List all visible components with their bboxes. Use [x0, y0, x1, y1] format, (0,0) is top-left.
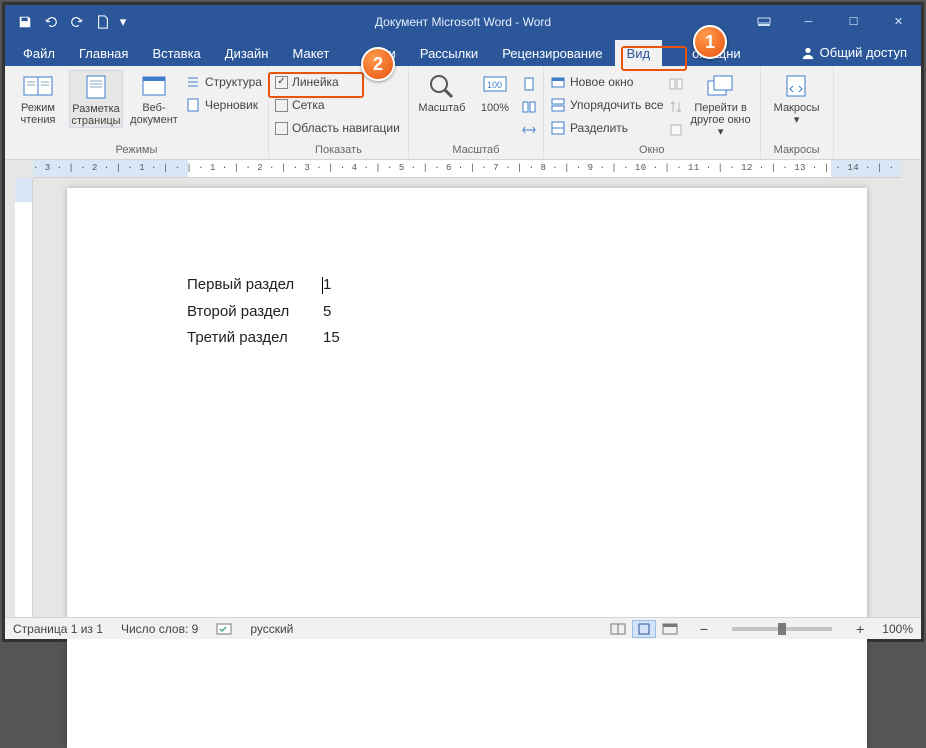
macros-caption: Макросы	[767, 142, 827, 158]
list-item: Третий раздел15	[187, 329, 340, 346]
checkbox-icon	[275, 122, 288, 135]
zoom-100-icon: 100	[479, 72, 511, 100]
side-by-side-icon	[668, 76, 684, 92]
side-by-side-button[interactable]	[668, 74, 684, 94]
draft-icon	[185, 97, 201, 113]
ribbon-tabs: Файл Главная Вставка Дизайн Макет лки Ра…	[5, 38, 921, 66]
web-layout-view-button[interactable]	[658, 620, 682, 638]
share-label: Общий доступ	[820, 45, 907, 60]
horizontal-ruler[interactable]: · 3 · | · 2 · | · 1 · | · | · 1 · | · 2 …	[33, 160, 901, 178]
navpane-checkbox[interactable]: Область навигации	[275, 118, 400, 138]
one-page-button[interactable]	[521, 74, 537, 94]
sync-scroll-icon	[668, 99, 684, 115]
ruler-ticks: · 3 · | · 2 · | · 1 · | · | · 1 · | · 2 …	[33, 163, 901, 173]
page-width-icon	[521, 122, 537, 138]
read-mode-label: Режим чтения	[21, 102, 56, 126]
split-icon	[550, 120, 566, 136]
group-zoom: Масштаб 100 100% Масштаб	[409, 66, 544, 159]
print-layout-label: Разметка страницы	[71, 103, 120, 127]
macros-button[interactable]: Макросы▾	[767, 70, 827, 126]
tab-design[interactable]: Дизайн	[213, 40, 281, 66]
web-layout-button[interactable]: Веб- документ	[127, 70, 181, 126]
multi-page-button[interactable]	[521, 97, 537, 117]
zoom-label: Масштаб	[418, 102, 465, 114]
reset-pos-icon	[668, 122, 684, 138]
group-show: Линейка Сетка Область навигации Показать	[269, 66, 409, 159]
window-title: Документ Microsoft Word - Word	[5, 15, 921, 29]
web-layout-label: Веб- документ	[130, 102, 178, 126]
tab-mailings[interactable]: Рассылки	[408, 40, 490, 66]
draft-button[interactable]: Черновик	[185, 95, 262, 115]
ribbon: Режим чтения Разметка страницы Веб- доку…	[5, 66, 921, 160]
zoom-icon	[426, 72, 458, 100]
new-window-icon	[550, 74, 566, 90]
one-page-icon	[521, 76, 537, 92]
checkbox-icon	[275, 76, 288, 89]
tab-layout[interactable]: Макет	[280, 40, 341, 66]
switch-windows-icon	[705, 72, 737, 100]
title-bar: ▾ Документ Microsoft Word - Word ─ ☐ ✕	[5, 5, 921, 38]
grid-checkbox[interactable]: Сетка	[275, 95, 400, 115]
tab-home[interactable]: Главная	[67, 40, 140, 66]
list-item: Второй раздел5	[187, 303, 340, 320]
callout-2: 2	[361, 47, 395, 81]
tab-view[interactable]: Вид	[615, 40, 663, 66]
zoom-100-button[interactable]: 100 100%	[473, 70, 517, 114]
multi-page-icon	[521, 99, 537, 115]
zoom-slider-thumb[interactable]	[778, 623, 786, 635]
document-content[interactable]: Первый раздел1 Второй раздел5 Третий раз…	[187, 276, 340, 355]
new-window-button[interactable]: Новое окно	[550, 72, 664, 92]
page-width-button[interactable]	[521, 120, 537, 140]
tab-file[interactable]: Файл	[11, 40, 67, 66]
print-layout-view-button[interactable]	[632, 620, 656, 638]
reset-pos-button[interactable]	[668, 120, 684, 140]
zoom-level[interactable]: 100%	[882, 622, 913, 636]
zoom-out-button[interactable]: −	[700, 621, 708, 637]
arrange-all-button[interactable]: Упорядочить все	[550, 95, 664, 115]
group-modes: Режим чтения Разметка страницы Веб- доку…	[5, 66, 269, 159]
share-icon	[801, 46, 815, 60]
show-caption: Показать	[275, 142, 402, 158]
status-proof-icon[interactable]	[216, 622, 232, 636]
zoom-slider[interactable]	[732, 627, 832, 631]
share-button[interactable]: Общий доступ	[787, 39, 921, 66]
group-macros: Макросы▾ Макросы	[761, 66, 834, 159]
tab-insert[interactable]: Вставка	[140, 40, 212, 66]
group-window: Новое окно Упорядочить все Разделить Пер…	[544, 66, 761, 159]
vertical-ruler[interactable]	[15, 178, 33, 617]
status-language[interactable]: русский	[250, 622, 293, 636]
split-button[interactable]: Разделить	[550, 118, 664, 138]
read-mode-button[interactable]: Режим чтения	[11, 70, 65, 126]
zoom-in-button[interactable]: +	[856, 621, 864, 637]
print-layout-icon	[80, 73, 112, 101]
outline-icon	[185, 74, 201, 90]
macros-icon	[781, 72, 813, 100]
modes-caption: Режимы	[11, 142, 262, 158]
arrange-icon	[550, 97, 566, 113]
web-layout-icon	[138, 72, 170, 100]
switch-windows-button[interactable]: Перейти в другое окно ▾	[688, 70, 754, 138]
view-mode-buttons	[606, 620, 682, 638]
status-bar: Страница 1 из 1 Число слов: 9 русский − …	[5, 617, 921, 639]
status-page[interactable]: Страница 1 из 1	[13, 622, 103, 636]
window-caption: Окно	[550, 142, 754, 158]
zoom-button[interactable]: Масштаб	[415, 70, 469, 114]
svg-text:100: 100	[487, 80, 502, 90]
sync-scroll-button[interactable]	[668, 97, 684, 117]
outline-button[interactable]: Структура	[185, 72, 262, 92]
list-item: Первый раздел1	[187, 276, 340, 294]
checkbox-icon	[275, 99, 288, 112]
document-area: · 3 · | · 2 · | · 1 · | · | · 1 · | · 2 …	[5, 160, 921, 617]
zoom-caption: Масштаб	[415, 142, 537, 158]
read-mode-view-button[interactable]	[606, 620, 630, 638]
status-words[interactable]: Число слов: 9	[121, 622, 198, 636]
page[interactable]: Первый раздел1 Второй раздел5 Третий раз…	[67, 188, 867, 748]
print-layout-button[interactable]: Разметка страницы	[69, 70, 123, 128]
tab-review[interactable]: Рецензирование	[490, 40, 614, 66]
read-mode-icon	[22, 72, 54, 100]
callout-1: 1	[693, 25, 727, 59]
zoom-100-label: 100%	[481, 102, 509, 114]
